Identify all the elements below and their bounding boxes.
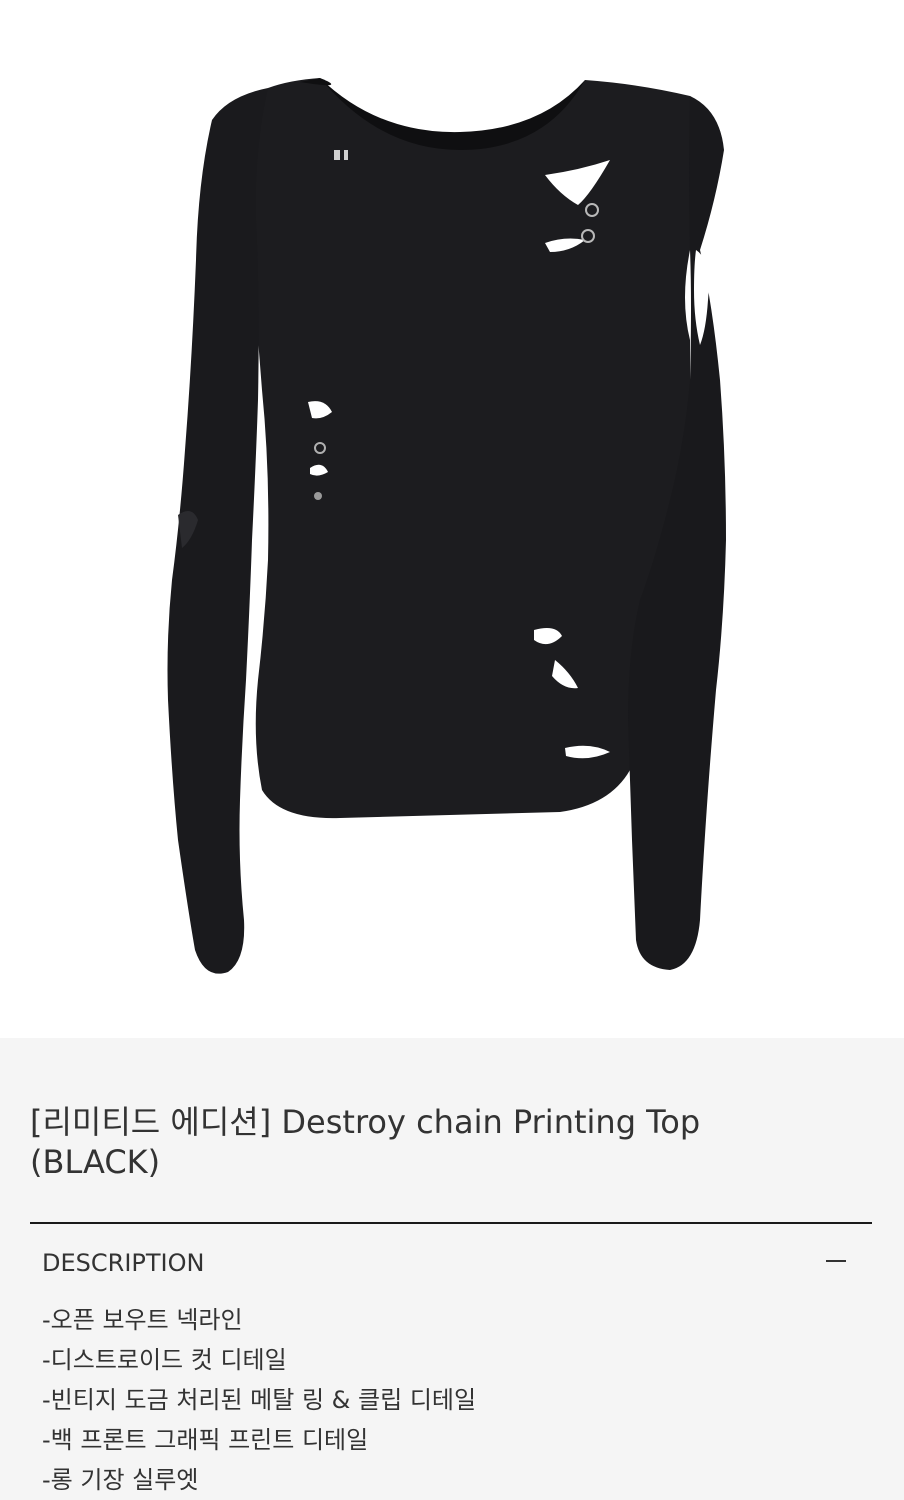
- product-title-line2: (BLACK): [30, 1143, 161, 1181]
- description-item: -롱 기장 실루엣: [42, 1466, 199, 1494]
- product-info: [리미티드 에디션] Destroy chain Printing Top (B…: [0, 1038, 904, 1500]
- product-title-line1: [리미티드 에디션] Destroy chain Printing Top: [30, 1103, 701, 1141]
- product-title: [리미티드 에디션] Destroy chain Printing Top (B…: [30, 1102, 830, 1182]
- description-item: -디스트로이드 컷 디테일: [42, 1346, 287, 1374]
- description-item: -빈티지 도금 처리된 메탈 링 & 클립 디테일: [42, 1386, 477, 1414]
- description-item: -오픈 보우트 넥라인: [42, 1306, 243, 1334]
- product-image[interactable]: [0, 0, 904, 1038]
- description-list: -오픈 보우트 넥라인 -디스트로이드 컷 디테일 -빈티지 도금 처리된 메탈…: [42, 1300, 476, 1500]
- section-divider: [30, 1222, 872, 1224]
- minus-icon[interactable]: [826, 1260, 846, 1262]
- product-photo: [167, 78, 726, 974]
- description-header: DESCRIPTION: [42, 1249, 205, 1277]
- description-accordion-toggle[interactable]: DESCRIPTION: [30, 1234, 872, 1290]
- description-item: -백 프론트 그래픽 프린트 디테일: [42, 1426, 369, 1454]
